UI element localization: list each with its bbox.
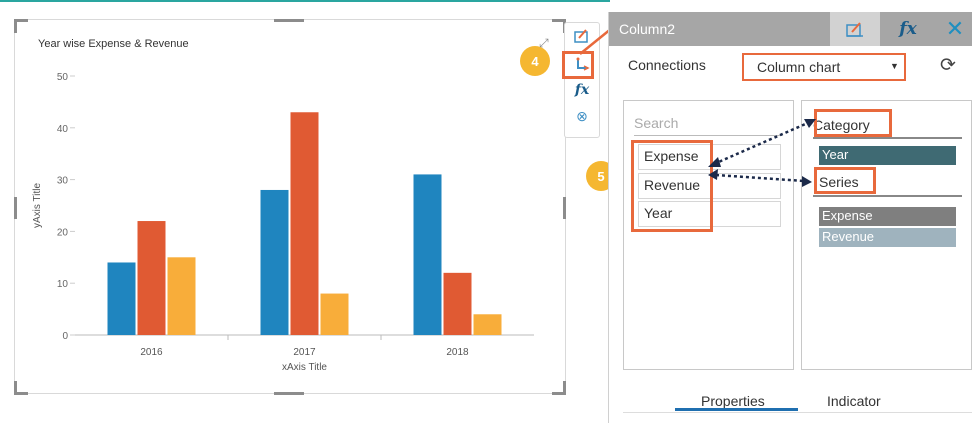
panel-header: Column2 fx ✕ xyxy=(609,12,972,46)
x-tick-label: 2016 xyxy=(140,347,163,358)
divider xyxy=(813,137,962,139)
bar xyxy=(107,262,136,335)
chart-type-value: Column chart xyxy=(757,59,841,75)
close-circle-icon[interactable]: ⊗ xyxy=(573,107,591,125)
y-tick-label: 50 xyxy=(57,72,69,83)
fields-highlight xyxy=(631,140,713,232)
tab-properties[interactable]: Properties xyxy=(701,393,765,409)
category-highlight xyxy=(814,109,892,137)
divider xyxy=(623,412,972,413)
column-chart: 0 10 20 30 40 50 2016 2017 2018 xAxis Title yAxis … xyxy=(32,72,534,373)
y-tick-label: 30 xyxy=(57,176,69,187)
bar xyxy=(320,293,349,335)
series-item-expense[interactable]: Expense xyxy=(819,207,956,226)
chart-type-select[interactable]: Column chart ▼ xyxy=(742,53,906,81)
divider xyxy=(813,195,962,197)
mapping-box: Category Year Series Expense Revenue xyxy=(801,100,972,370)
step-4-callout: 4 xyxy=(520,46,550,76)
y-axis-title: yAxis Title xyxy=(32,183,43,228)
bar xyxy=(137,221,166,335)
panel-title: Column2 xyxy=(619,21,676,37)
series-highlight xyxy=(814,167,876,194)
bar xyxy=(167,257,196,335)
refresh-icon[interactable]: ⟳ xyxy=(940,54,956,77)
search-placeholder: Search xyxy=(634,115,679,131)
y-tick-label: 40 xyxy=(57,124,69,135)
y-tick-label: 20 xyxy=(57,227,69,238)
close-icon[interactable]: ✕ xyxy=(940,12,970,46)
connections-label: Connections xyxy=(628,57,706,73)
bar xyxy=(473,314,502,335)
bar xyxy=(290,112,319,335)
edit-icon[interactable] xyxy=(830,12,880,46)
y-tick-label: 10 xyxy=(57,279,69,290)
top-accent-line xyxy=(0,0,610,2)
tab-indicator[interactable]: Indicator xyxy=(827,393,881,409)
bar xyxy=(413,174,442,335)
y-tick-label: 0 xyxy=(62,331,68,342)
bar xyxy=(443,272,472,335)
category-item-year[interactable]: Year xyxy=(819,146,956,165)
formula-icon[interactable]: fx xyxy=(888,12,928,46)
chevron-down-icon: ▼ xyxy=(890,61,899,71)
x-tick-label: 2017 xyxy=(293,347,316,358)
mapping-arrows xyxy=(708,119,816,187)
bar xyxy=(260,189,289,335)
series-item-revenue[interactable]: Revenue xyxy=(819,228,956,247)
x-axis-title: xAxis Title xyxy=(282,362,327,373)
formula-icon[interactable]: fx xyxy=(573,81,591,99)
properties-panel: Column2 fx ✕ Connections Column chart ▼ … xyxy=(608,12,972,423)
x-tick-label: 2018 xyxy=(446,347,469,358)
tab-active-indicator xyxy=(675,408,798,411)
